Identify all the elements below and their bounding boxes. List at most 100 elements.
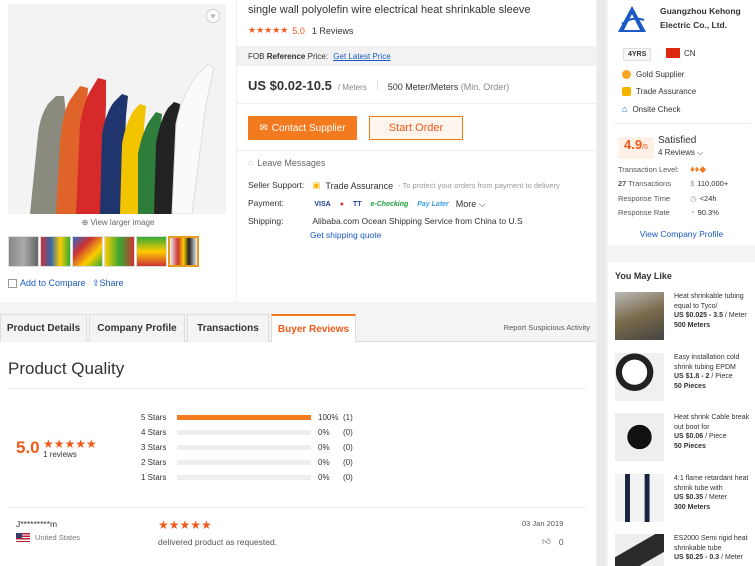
get-shipping-quote-link[interactable]: Get shipping quote xyxy=(310,230,381,240)
view-larger-link[interactable]: ⊕ View larger image xyxy=(0,218,236,227)
thumbnail-1[interactable] xyxy=(8,236,39,267)
trade-assurance-badge[interactable]: Trade Assurance xyxy=(622,87,696,96)
contact-supplier-button[interactable]: ✉ Contact Supplier xyxy=(248,116,357,140)
helpful-button[interactable]: 👍︎ 0 xyxy=(542,536,564,547)
favorite-icon[interactable]: ♥ xyxy=(206,9,220,23)
distribution-bar xyxy=(177,459,311,465)
report-suspicious-link[interactable]: Report Suspicious Activity xyxy=(504,323,590,332)
satisfaction-label: Satisfied xyxy=(658,135,697,146)
mastercard-icon: ● xyxy=(339,201,344,208)
rating-distribution-row: 2 Stars 0% (0) xyxy=(141,457,353,467)
product-main-image[interactable]: ♥ xyxy=(8,4,226,214)
tab-transactions[interactable]: Transactions xyxy=(187,314,269,342)
review-stars: ★★★★★ xyxy=(158,518,212,532)
you-may-like-panel: You May Like Heat shrinkable tubing equa… xyxy=(608,262,755,566)
share-icon: ⇪ xyxy=(92,278,100,288)
start-order-button[interactable]: Start Order xyxy=(369,116,463,140)
thumbnail-4[interactable] xyxy=(104,236,135,267)
thumbnail-5[interactable] xyxy=(136,236,167,267)
recommended-item[interactable]: Easy installation cold shrink tubing EPD… xyxy=(615,353,755,409)
response-time-metric: Response Time ◷ <24h xyxy=(618,194,717,203)
get-latest-price-link[interactable]: Get Latest Price xyxy=(333,52,390,61)
scrollbar[interactable] xyxy=(597,0,606,566)
heat-shrink-tubes-image xyxy=(8,4,226,214)
recommended-item[interactable]: 4:1 flame retardant heat shrink tube wit… xyxy=(615,474,755,530)
years-badge: 4YRS xyxy=(623,48,652,61)
thumbnail-3[interactable] xyxy=(72,236,103,267)
reviews-count-link[interactable]: 1 Reviews xyxy=(312,26,354,36)
review-date: 03 Jan 2019 xyxy=(522,519,564,528)
rating-distribution-row: 1 Stars 0% (0) xyxy=(141,472,353,482)
price-range: US $0.02-10.5 xyxy=(248,78,332,93)
recommended-item-image xyxy=(615,534,664,566)
divider xyxy=(8,507,586,508)
supplier-reviews-link[interactable]: 4 Reviews ⌵ xyxy=(658,148,703,158)
tab-product-details[interactable]: Product Details xyxy=(0,314,87,342)
company-logo[interactable] xyxy=(614,2,650,38)
distribution-fill xyxy=(177,414,311,420)
chevron-down-icon: ⌵ xyxy=(697,148,704,157)
divider xyxy=(614,123,750,124)
recommended-item-image xyxy=(615,292,664,340)
chat-icon: ◌ xyxy=(248,158,254,168)
thumbnail-6[interactable] xyxy=(168,236,199,267)
home-check-icon: ⌂ xyxy=(622,104,628,114)
visa-icon: VISA xyxy=(314,201,331,208)
chat-icon: ◔ xyxy=(690,208,695,217)
rating-distribution-row: 3 Stars 0% (0) xyxy=(141,442,353,452)
distribution-bar xyxy=(177,474,311,480)
distribution-bar xyxy=(177,429,311,435)
price-row: US $0.02-10.5 / Meters 500 Meter/Meters … xyxy=(248,78,509,93)
overall-score: 5.0 xyxy=(16,438,40,457)
clock-icon: ◷ xyxy=(690,194,697,203)
divider xyxy=(237,150,597,151)
fob-price-bar: FOB Reference Price: Get Latest Price xyxy=(237,46,597,66)
china-flag-icon xyxy=(666,48,680,58)
rating-distribution-row: 4 Stars 0% (0) xyxy=(141,427,353,437)
transaction-level: Transaction Level: ♦♦◆ xyxy=(618,164,707,174)
more-payment-dropdown[interactable]: More ⌵ xyxy=(456,199,486,210)
product-title: single wall polyolefin wire electrical h… xyxy=(248,4,531,16)
leave-messages-link[interactable]: ◌ Leave Messages xyxy=(248,158,325,168)
transactions-metric: 27 Transactions $110,000+ xyxy=(618,179,729,188)
section-title: Product Quality xyxy=(8,359,125,378)
product-rating: ★★★★★ 5.0 1 Reviews xyxy=(248,25,353,36)
divider xyxy=(237,103,597,104)
view-company-profile-link[interactable]: View Company Profile xyxy=(608,229,755,239)
gold-supplier-icon xyxy=(622,70,631,79)
tab-buyer-reviews[interactable]: Buyer Reviews xyxy=(271,314,356,343)
trade-assurance-icon xyxy=(622,87,631,96)
recommended-item-image xyxy=(615,474,664,522)
rating-value: 5.0 xyxy=(292,25,305,36)
zoom-icon: ⊕ xyxy=(81,218,89,227)
rating-stars: ★★★★★ xyxy=(248,25,289,35)
recommended-item[interactable]: ES2000 Semi rigid heat shrinkable tube U… xyxy=(615,534,755,566)
supplier-card: Guangzhou Kehong Electric Co., Ltd. 4YRS… xyxy=(608,0,755,245)
response-rate-metric: Response Rate ◔ 90.3% xyxy=(618,208,719,217)
thumbnail-strip xyxy=(8,236,200,267)
overall-stars: ★★★★★ xyxy=(43,437,97,451)
compare-checkbox[interactable] xyxy=(8,278,17,288)
us-flag-icon xyxy=(16,533,30,542)
gold-supplier-badge[interactable]: Gold Supplier xyxy=(622,70,684,79)
onsite-check-badge[interactable]: ⌂ Onsite Check xyxy=(622,104,680,114)
tab-company-profile[interactable]: Company Profile xyxy=(89,314,185,342)
supplier-name-link[interactable]: Guangzhou Kehong Electric Co., Ltd. xyxy=(660,4,752,32)
distribution-bar xyxy=(177,414,311,420)
supplier-country: CN xyxy=(666,48,696,58)
reviewer-name: J*********m xyxy=(16,519,58,529)
chevron-down-icon: ⌵ xyxy=(478,199,486,209)
share-link[interactable]: ⇪Share xyxy=(92,278,124,289)
divider xyxy=(8,388,586,389)
thumbs-up-icon: 👍︎ xyxy=(542,536,551,546)
recommended-item[interactable]: Heat shrink Cable break out boot for US … xyxy=(615,413,755,469)
trade-assurance-link[interactable]: Trade Assurance xyxy=(325,181,393,191)
recommended-item[interactable]: Heat shrinkable tubing equal to Tyco/ US… xyxy=(615,292,755,348)
pay-later-icon: Pay Later xyxy=(417,201,449,208)
thumbnail-2[interactable] xyxy=(40,236,71,267)
min-order: 500 Meter/Meters (Min. Order) xyxy=(387,82,510,92)
add-to-compare[interactable]: Add to Compare xyxy=(8,278,86,288)
shipping-row: Shipping: Alibaba.com Ocean Shipping Ser… xyxy=(248,216,523,226)
product-gallery: ♥ ⊕ View larger image Add to Compare ⇪Sh… xyxy=(0,0,236,302)
price-unit: / Meters xyxy=(337,83,367,92)
